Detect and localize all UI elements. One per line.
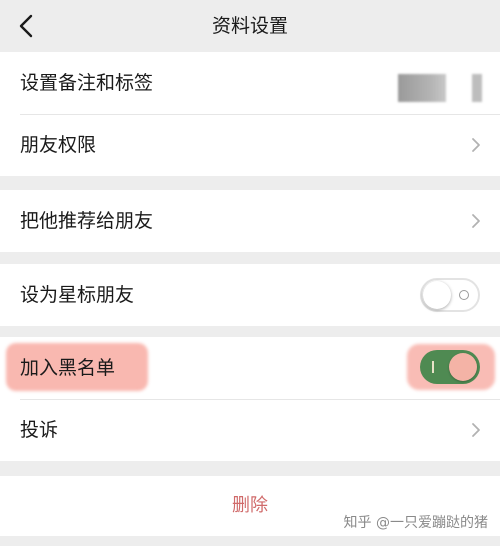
toggle-knob [449,353,477,381]
watermark-text: 知乎 @一只爱蹦跶的猪 [343,515,488,531]
chevron-right-icon [472,214,480,228]
row-label: 把他推荐给朋友 [20,210,154,232]
row-recommend-to-friend[interactable]: 把他推荐给朋友 [0,190,500,252]
bottom-strip [0,536,500,546]
settings-group-recommend: 把他推荐给朋友 [0,190,500,252]
blurred-tag-image [398,74,446,102]
nav-header: 资料设置 [0,0,500,52]
row-label: 朋友权限 [20,134,97,156]
toggle-on-indicator-icon [432,361,434,373]
page-title: 资料设置 [211,15,288,37]
toggle-knob [423,281,451,309]
row-label: 投诉 [20,419,59,441]
blacklist-toggle[interactable] [420,350,480,384]
row-label: 设置备注和标签 [20,72,154,94]
toggle-off-indicator-icon [459,290,469,300]
blurred-tag-image [472,74,482,102]
chevron-right-icon [472,138,480,152]
settings-group-remark: 设置备注和标签 朋友权限 [0,52,500,176]
chevron-right-icon [472,423,480,437]
star-friend-toggle[interactable] [420,278,480,312]
row-label: 设为星标朋友 [20,284,135,306]
row-complaint[interactable]: 投诉 [0,399,500,461]
row-friend-permissions[interactable]: 朋友权限 [0,114,500,176]
row-label-blacklist: 加入黑名单 [20,357,116,379]
